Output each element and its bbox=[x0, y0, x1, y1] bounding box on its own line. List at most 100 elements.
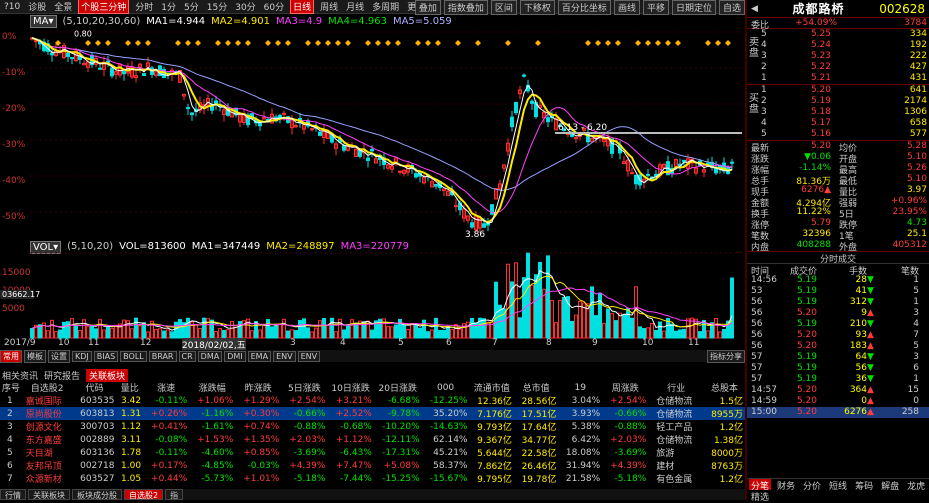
trade-row[interactable]: 14:59 5.20 0 ▲ 0 bbox=[747, 396, 929, 407]
event-marker-icon[interactable] bbox=[195, 40, 201, 46]
panel-tab[interactable]: 筹码 bbox=[853, 479, 875, 492]
event-marker-icon[interactable] bbox=[715, 40, 721, 46]
indicator-tab-settings[interactable]: 设置 bbox=[48, 349, 70, 363]
column-header[interactable]: 行业 bbox=[648, 381, 704, 394]
bid-row[interactable]: 4 5.17 658 bbox=[747, 118, 929, 129]
trade-row[interactable]: 14:56 5.19 28 ▼ 1 bbox=[747, 275, 929, 286]
event-marker-icon[interactable] bbox=[705, 40, 711, 46]
event-marker-icon[interactable] bbox=[675, 40, 681, 46]
tb-60min[interactable]: 60分 bbox=[262, 0, 286, 13]
event-marker-icon[interactable] bbox=[425, 40, 431, 46]
column-header[interactable]: 周涨跌 bbox=[602, 381, 648, 394]
watchlist-button[interactable]: 自选 bbox=[718, 0, 745, 15]
range-button[interactable]: 区间 bbox=[490, 0, 517, 15]
table-row[interactable]: 2 原尚股份 603813 1.31 +0.26% -1.16% +0.30% -0.66% +… bbox=[0, 407, 745, 420]
kline-chart[interactable]: 6.13 - 6.20 3.86 0.80 bbox=[30, 28, 742, 238]
panel-tab[interactable]: 解盘 bbox=[879, 479, 901, 492]
table-row[interactable]: 4 东方嘉盛 002889 3.11 -0.08% +1.53% +1.35% +2.03% +… bbox=[0, 433, 745, 447]
indicator-dmi[interactable]: DMI bbox=[224, 350, 246, 362]
event-marker-icon[interactable] bbox=[645, 40, 651, 46]
indicator-dma[interactable]: DMA bbox=[197, 350, 223, 362]
panel-tab[interactable]: 短线 bbox=[827, 479, 849, 492]
tb-monthly[interactable]: 月线 bbox=[344, 0, 366, 13]
event-marker-icon[interactable] bbox=[85, 40, 91, 46]
trade-row[interactable]: 56 5.20 93 ▲ 7 bbox=[747, 330, 929, 341]
bottom-tab-index[interactable]: 指 bbox=[165, 489, 184, 500]
ask-row[interactable]: 1 5.21 431 bbox=[747, 73, 929, 84]
event-marker-icon[interactable] bbox=[385, 40, 391, 46]
bid-row[interactable]: 3 5.18 1306 bbox=[747, 107, 929, 118]
trade-row[interactable]: 56 5.19 210 ▼ 4 bbox=[747, 319, 929, 330]
event-marker-icon[interactable] bbox=[375, 40, 381, 46]
date-locate-button[interactable]: 日期定位 bbox=[671, 0, 716, 15]
event-marker-icon[interactable] bbox=[585, 40, 591, 46]
percent-axis-button[interactable]: 百分比坐标 bbox=[557, 0, 611, 15]
column-header[interactable]: 000 bbox=[422, 381, 470, 394]
event-marker-icon[interactable] bbox=[415, 40, 421, 46]
indicator-tab-common[interactable]: 常用 bbox=[0, 349, 22, 363]
indicator-cr[interactable]: CR bbox=[178, 350, 196, 362]
event-marker-icon[interactable] bbox=[125, 40, 131, 46]
column-header[interactable]: 自选股2 bbox=[22, 381, 73, 394]
volume-chart[interactable] bbox=[30, 238, 742, 340]
event-marker-icon[interactable] bbox=[285, 40, 291, 46]
event-marker-icon[interactable] bbox=[235, 40, 241, 46]
event-marker-icon[interactable] bbox=[605, 40, 611, 46]
index-overlay-button[interactable]: 指数叠加 bbox=[443, 0, 488, 15]
event-marker-icon[interactable] bbox=[175, 40, 181, 46]
tb-three-min[interactable]: 个股三分钟 bbox=[78, 0, 130, 14]
bottom-tab-watchlist2[interactable]: 自选股2 bbox=[124, 489, 164, 500]
event-marker-icon[interactable] bbox=[665, 40, 671, 46]
event-marker-icon[interactable] bbox=[475, 40, 481, 46]
column-header[interactable]: 10日涨跌 bbox=[327, 381, 373, 394]
event-marker-icon[interactable] bbox=[595, 40, 601, 46]
column-header[interactable]: 流通市值 bbox=[469, 381, 513, 394]
table-row[interactable]: 3 创源文化 300703 1.12 +0.41% -1.61% +0.74% -0.88% -… bbox=[0, 420, 745, 434]
indicator-ema[interactable]: EMA bbox=[247, 350, 272, 362]
tab-related-sector[interactable]: 关联板块 bbox=[86, 368, 129, 382]
column-header[interactable]: 昨涨跌 bbox=[235, 381, 281, 394]
event-marker-icon[interactable] bbox=[95, 40, 101, 46]
bottom-tab-related[interactable]: 关联板块 bbox=[28, 489, 70, 500]
event-marker-icon[interactable] bbox=[655, 40, 661, 46]
event-marker-icon[interactable] bbox=[145, 40, 151, 46]
featured-tab[interactable]: 精选 bbox=[751, 490, 769, 503]
indicator-env2[interactable]: ENV bbox=[297, 350, 321, 362]
trade-row[interactable]: 57 5.19 36 ▼ 1 bbox=[747, 374, 929, 385]
event-marker-icon[interactable] bbox=[325, 40, 331, 46]
event-marker-icon[interactable] bbox=[505, 40, 511, 46]
panel-tab[interactable]: 财务 bbox=[775, 479, 797, 492]
indicator-boll[interactable]: BOLL bbox=[120, 350, 147, 362]
tb-15min[interactable]: 15分 bbox=[205, 0, 229, 13]
adjust-button[interactable]: 下移权 bbox=[519, 0, 555, 15]
event-marker-icon[interactable] bbox=[225, 40, 231, 46]
column-header[interactable]: 19 bbox=[558, 381, 602, 394]
ask-row[interactable]: 4 5.24 192 bbox=[747, 40, 929, 51]
back-icon[interactable]: ◀ bbox=[751, 4, 758, 14]
ask-row[interactable]: 3 5.23 222 bbox=[747, 51, 929, 62]
trade-row[interactable]: 53 5.19 41 ▼ 5 bbox=[747, 286, 929, 297]
event-marker-icon[interactable] bbox=[345, 40, 351, 46]
pan-button[interactable]: 平移 bbox=[642, 0, 669, 15]
event-marker-icon[interactable] bbox=[725, 40, 731, 46]
table-row[interactable]: 6 友邦吊顶 002718 1.00 +0.17% -4.85% -0.03% +4.39% +… bbox=[0, 459, 745, 473]
tb-diagnose[interactable]: 诊股 bbox=[26, 0, 48, 13]
event-marker-icon[interactable] bbox=[265, 40, 271, 46]
tb-30min[interactable]: 30分 bbox=[233, 0, 257, 13]
column-header[interactable]: 涨跌幅 bbox=[189, 381, 235, 394]
column-header[interactable]: 20日涨跌 bbox=[374, 381, 422, 394]
event-marker-icon[interactable] bbox=[105, 40, 111, 46]
column-header[interactable]: 序号 bbox=[0, 381, 22, 394]
event-marker-icon[interactable] bbox=[615, 40, 621, 46]
table-row[interactable]: 1 嘉诚国际 603535 3.42 -0.11% +1.06% +1.29% +2.54% +… bbox=[0, 394, 745, 408]
event-marker-icon[interactable] bbox=[135, 40, 141, 46]
tb-weekly[interactable]: 周线 bbox=[318, 0, 340, 13]
event-marker-icon[interactable] bbox=[215, 40, 221, 46]
tb-5min[interactable]: 5分 bbox=[182, 0, 201, 13]
trade-row[interactable]: 15:00 5.20 6276 ▲ 258 bbox=[747, 407, 929, 418]
ask-row[interactable]: 2 5.22 427 bbox=[747, 62, 929, 73]
column-header[interactable]: 代码 bbox=[73, 381, 117, 394]
column-header[interactable]: 总市值 bbox=[514, 381, 558, 394]
event-marker-icon[interactable] bbox=[245, 40, 251, 46]
trade-list[interactable]: 14:56 5.19 28 ▼ 1 53 5.19 41 ▼ 5 56 5.19 312 ▼ 1 56 5.20… bbox=[747, 275, 929, 418]
